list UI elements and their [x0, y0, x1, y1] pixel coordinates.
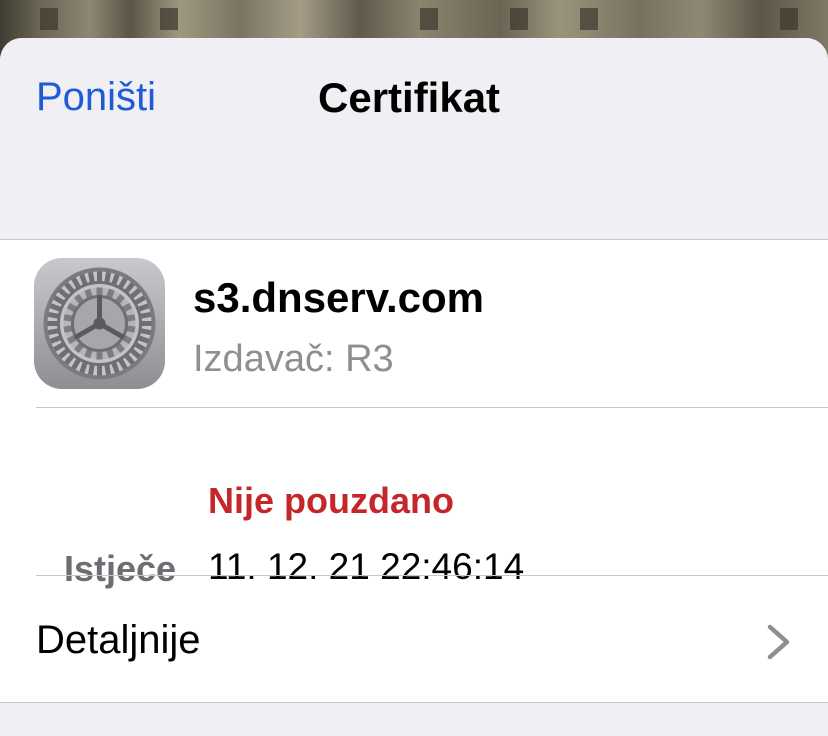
certificate-info-group: s3.dnserv.com Izdavač: R3 Nije pouzdano …: [0, 240, 828, 703]
chevron-right-icon: [767, 624, 790, 660]
more-details-label: Detaljnije: [36, 618, 201, 662]
more-details-row[interactable]: Detaljnije: [0, 576, 828, 702]
cancel-button[interactable]: Poništi: [36, 75, 156, 120]
divider: [36, 407, 828, 408]
certificate-sheet: Poništi Certifikat s3.dnserv.com Izdavač…: [0, 38, 828, 736]
settings-gear-icon: [34, 258, 165, 389]
navigation-bar: Poništi Certifikat: [0, 38, 828, 240]
certificate-issuer: Izdavač: R3: [193, 338, 394, 380]
trust-status: Nije pouzdano: [208, 480, 454, 521]
page-title: Certifikat: [318, 74, 501, 121]
certificate-name: s3.dnserv.com: [193, 274, 485, 321]
certificate-summary-row: s3.dnserv.com Izdavač: R3: [0, 240, 828, 407]
